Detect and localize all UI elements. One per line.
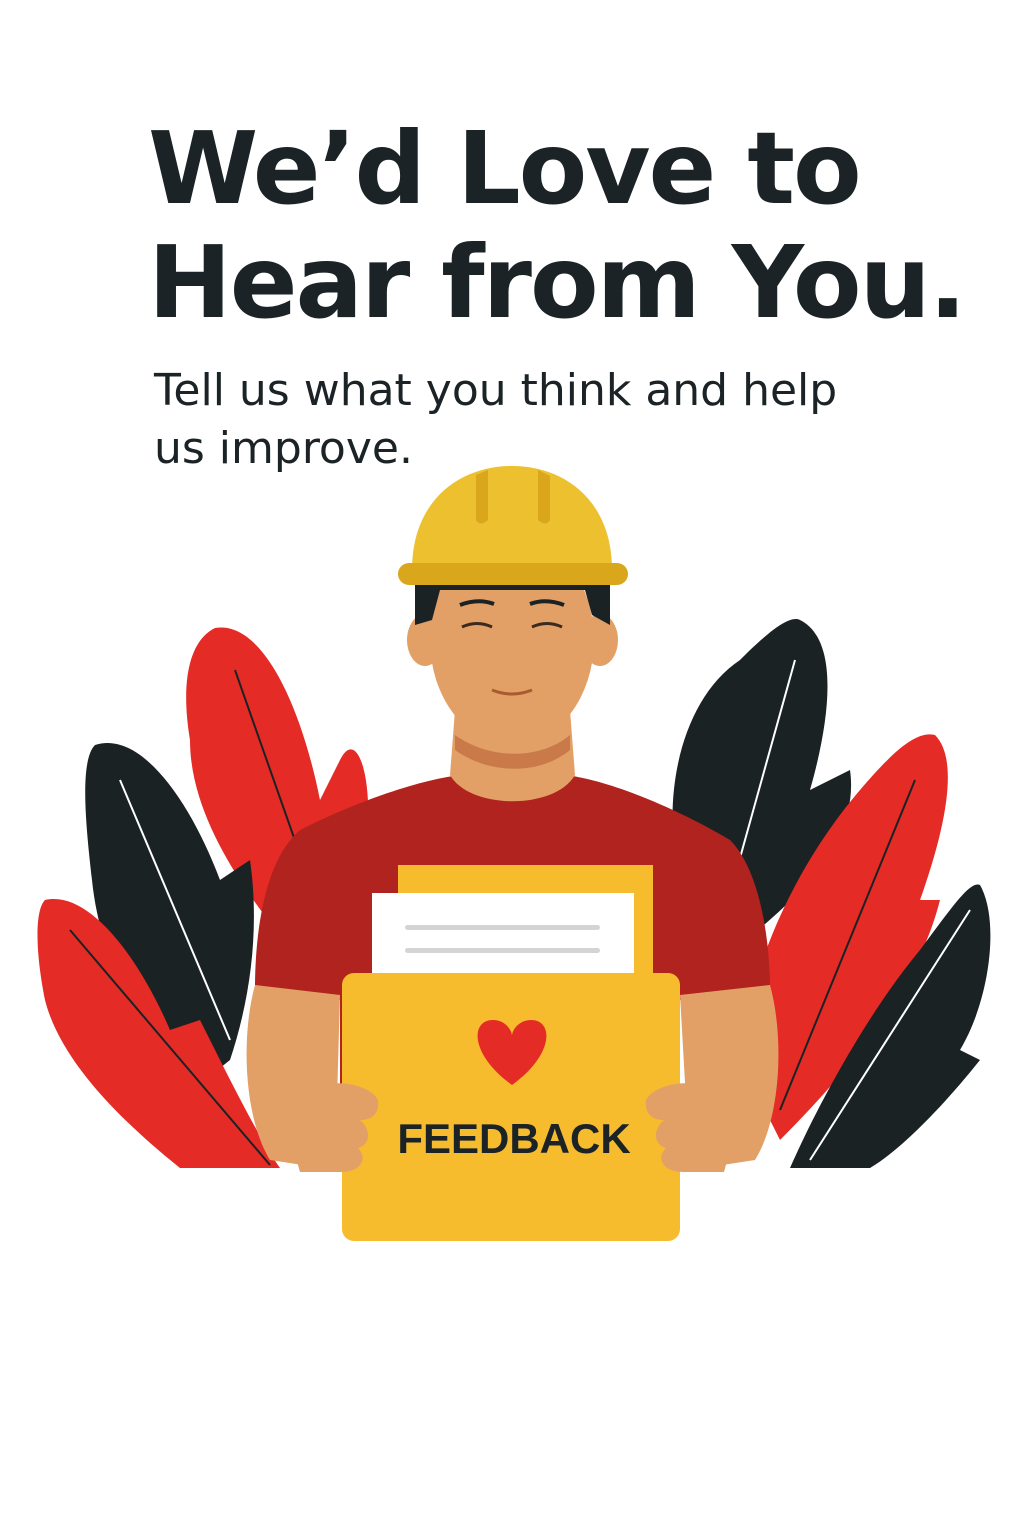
feedback-folder <box>342 973 680 1241</box>
hard-hat-icon <box>398 466 628 585</box>
feedback-illustration: FEEDBACK <box>37 466 991 1241</box>
folder-label: FEEDBACK <box>397 1115 630 1162</box>
